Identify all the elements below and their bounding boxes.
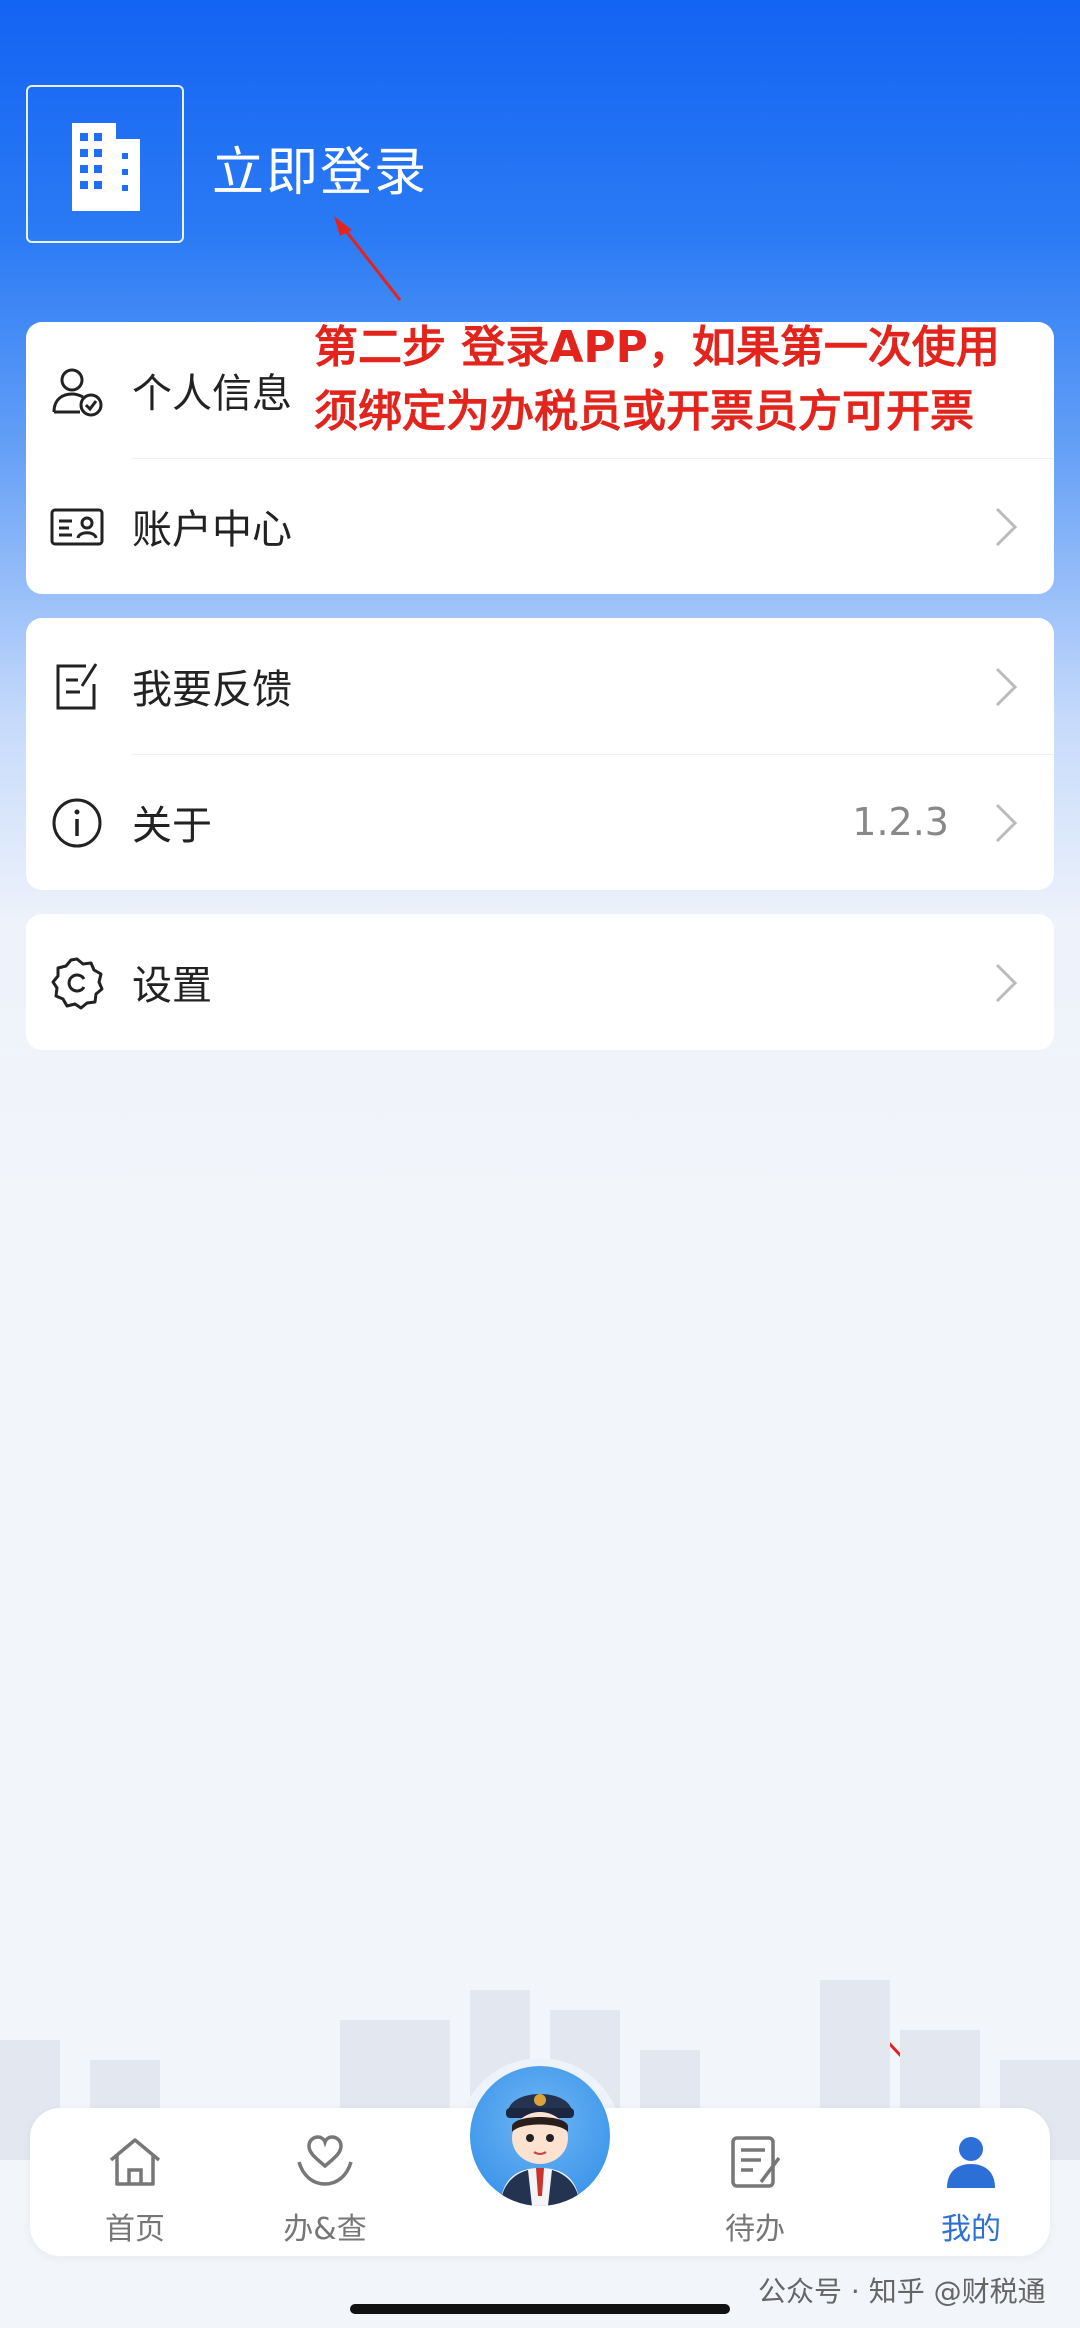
tab-label-home: 首页 (105, 2212, 165, 2247)
info-icon (52, 798, 102, 848)
menu-item-about[interactable]: 关于 1.2.3 (26, 754, 1054, 890)
id-card-icon (50, 508, 104, 546)
menu-label-about: 关于 (132, 803, 212, 849)
assistant-mascot-button[interactable] (470, 2066, 610, 2206)
menu-label-personal-info: 个人信息 (132, 371, 292, 417)
chevron-right-icon (995, 507, 1018, 547)
settings-card: 设置 (26, 914, 1054, 1050)
menu-item-settings[interactable]: 设置 (26, 914, 1054, 1050)
chevron-right-icon (995, 667, 1018, 707)
home-icon (109, 2138, 161, 2186)
annotation-line-2: 须绑定为办税员或开票员方可开票 (314, 386, 974, 437)
tax-officer-mascot-icon (500, 2094, 580, 2206)
todo-list-icon (731, 2136, 781, 2188)
tab-home[interactable]: 首页 (60, 2108, 210, 2256)
tab-handle-query[interactable]: 办&查 (250, 2108, 400, 2256)
tab-label-mine: 我的 (941, 2212, 1001, 2247)
edit-note-icon (56, 663, 98, 710)
login-avatar[interactable] (26, 85, 184, 243)
chevron-right-icon (995, 963, 1018, 1003)
tab-mine[interactable]: 我的 (896, 2108, 1046, 2256)
home-indicator[interactable] (350, 2304, 730, 2314)
menu-label-settings: 设置 (132, 963, 212, 1009)
menu-label-account-center: 账户中心 (132, 507, 292, 553)
watermark-text: 公众号 · 知乎 @财税通 (758, 2275, 1046, 2308)
gear-icon (51, 957, 104, 1010)
annotation-line-1: 第二步 登录APP，如果第一次使用 (314, 322, 1000, 373)
tab-label-todo: 待办 (725, 2212, 785, 2247)
menu-label-feedback: 我要反馈 (132, 667, 292, 713)
menu-item-feedback[interactable]: 我要反馈 (26, 618, 1054, 754)
arrow-to-login (334, 216, 402, 301)
building-icon (72, 123, 140, 211)
menu-item-account-center[interactable]: 账户中心 (26, 458, 1054, 594)
login-button[interactable]: 立即登录 (212, 130, 428, 205)
tab-todo[interactable]: 待办 (680, 2108, 830, 2256)
tutorial-annotation: 第二步 登录APP，如果第一次使用 须绑定为办税员或开票员方可开票 (314, 316, 1074, 444)
app-version: 1.2.3 (852, 800, 949, 844)
user-check-icon (52, 368, 103, 417)
support-card: 我要反馈 关于 1.2.3 (26, 618, 1054, 890)
person-icon (947, 2137, 995, 2188)
heart-hand-icon (297, 2135, 353, 2186)
tab-label-handle-query: 办&查 (283, 2212, 367, 2247)
chevron-right-icon (995, 803, 1018, 843)
